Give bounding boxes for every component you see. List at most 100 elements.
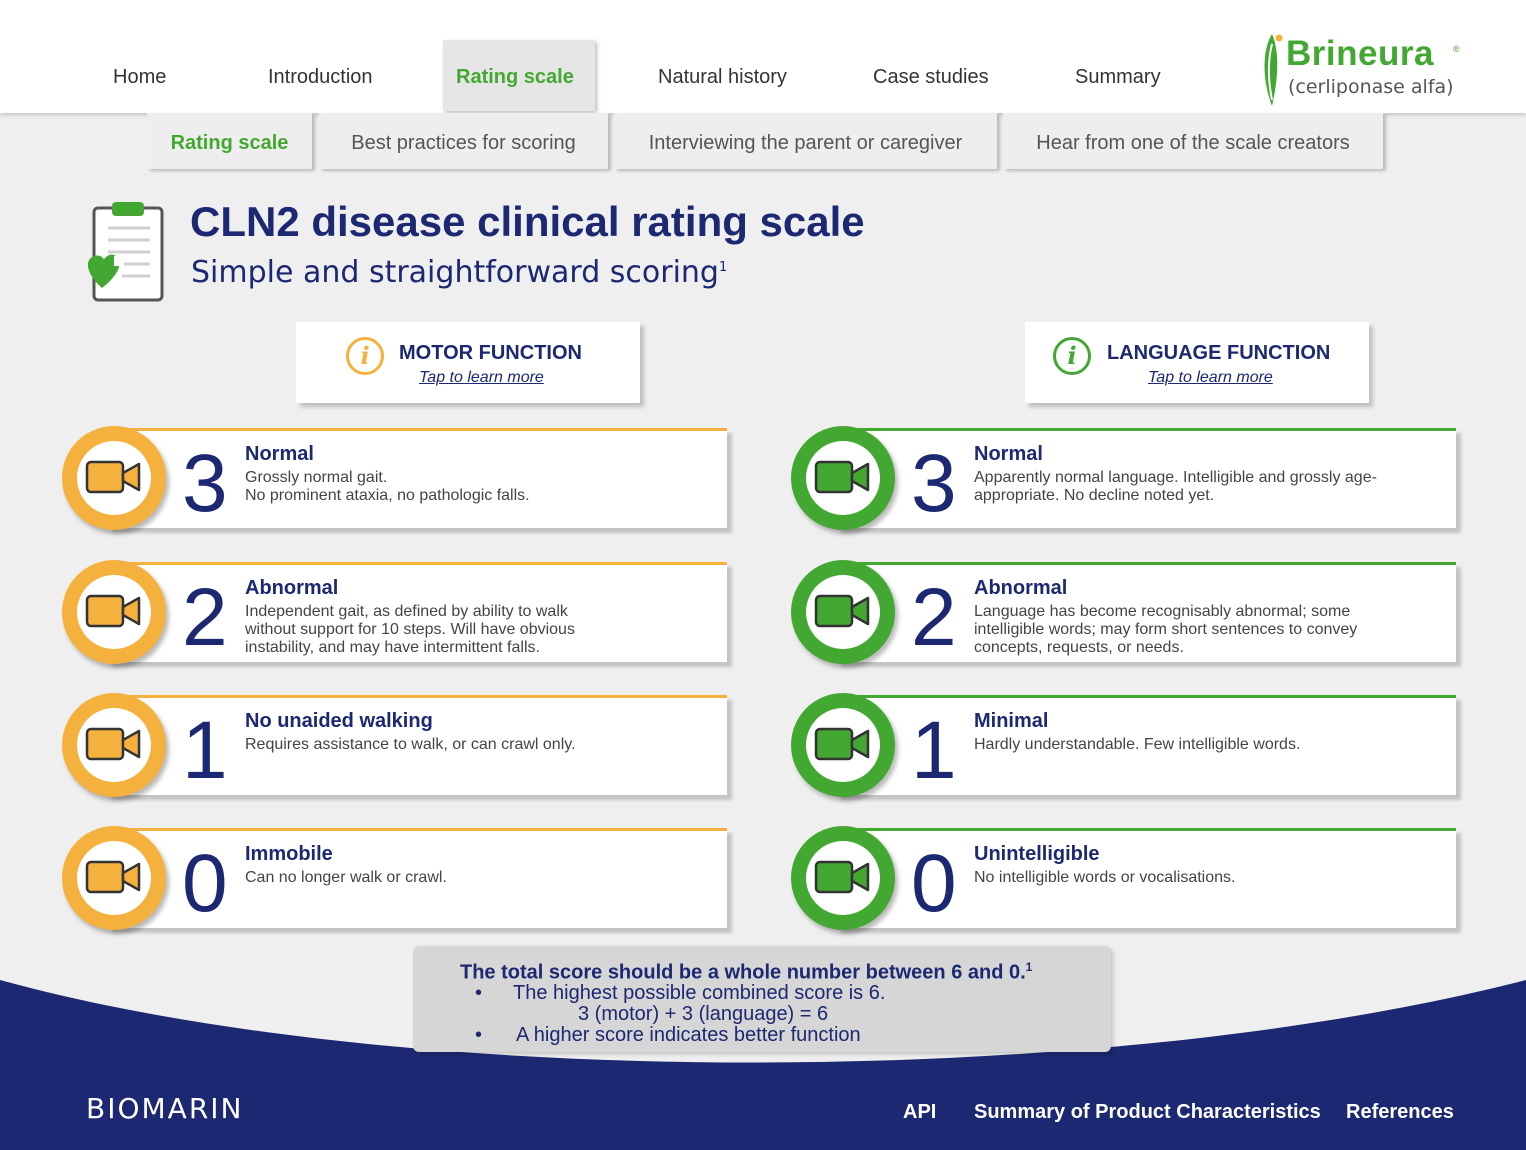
nav-case-studies[interactable]: Case studies: [873, 64, 989, 90]
score-description: Language has become recognisably abnorma…: [974, 603, 1351, 620]
footer-link-spc[interactable]: Summary of Product Characteristics: [974, 1101, 1321, 1124]
score-title: Abnormal: [974, 577, 1068, 599]
video-play-button[interactable]: [62, 693, 166, 797]
total-score-box: The total score should be a whole number…: [413, 946, 1111, 1052]
video-camera-icon: [85, 460, 141, 494]
score-description: No intelligible words or vocalisations.: [974, 869, 1236, 886]
score-title: Immobile: [245, 843, 333, 865]
score-description: appropriate. No decline noted yet.: [974, 487, 1215, 504]
logo-registered: ®: [1453, 44, 1460, 54]
motor-learn-more-link[interactable]: Tap to learn more: [419, 369, 544, 387]
language-learn-more-link[interactable]: Tap to learn more: [1148, 369, 1273, 387]
score-description: Apparently normal language. Intelligible…: [974, 469, 1377, 486]
subtab-interviewing[interactable]: Interviewing the parent or caregiver: [614, 113, 997, 169]
page-subtitle: Simple and straightforward scoring1: [191, 255, 728, 290]
score-description: instability, and may have intermittent f…: [245, 639, 540, 656]
nav-natural-history[interactable]: Natural history: [658, 64, 787, 90]
score-description: Independent gait, as defined by ability …: [245, 603, 568, 620]
score-description: Hardly understandable. Few intelligible …: [974, 736, 1301, 753]
language-function-card[interactable]: i LANGUAGE FUNCTION Tap to learn more: [1025, 322, 1369, 403]
score-title: Abnormal: [245, 577, 339, 599]
video-play-button[interactable]: [791, 826, 895, 930]
logo-subtitle: (cerliponase alfa): [1288, 76, 1454, 98]
video-camera-icon: [814, 727, 870, 761]
motor-function-title: MOTOR FUNCTION: [399, 342, 582, 364]
video-play-button[interactable]: [791, 426, 895, 530]
video-camera-icon: [85, 594, 141, 628]
nav-introduction[interactable]: Introduction: [268, 64, 373, 90]
row-accent-line: [107, 695, 727, 698]
biomarin-logo: BIOMARIN: [86, 1092, 244, 1125]
brineura-logo: Brineura ® (cerliponase alfa): [1258, 28, 1468, 108]
video-play-button[interactable]: [791, 693, 895, 797]
score-title: Minimal: [974, 710, 1049, 732]
row-accent-line: [836, 828, 1456, 831]
score-number: 0: [182, 838, 228, 929]
footer-link-references[interactable]: References: [1346, 1101, 1454, 1124]
subtab-rating-scale[interactable]: Rating scale: [147, 113, 312, 169]
score-description: without support for 10 steps. Will have …: [245, 621, 575, 638]
footer-link-api[interactable]: API: [903, 1101, 936, 1124]
score-description: No prominent ataxia, no pathologic falls…: [245, 487, 530, 504]
language-score-row: 1 Minimal Hardly understandable. Few intel…: [836, 695, 1456, 795]
nav-rating-scale[interactable]: Rating scale: [456, 64, 574, 90]
page-title: CLN2 disease clinical rating scale: [190, 198, 865, 245]
total-bullet-2: A higher score indicates better function: [516, 1024, 861, 1046]
row-accent-line: [107, 428, 727, 431]
logo-name: Brineura: [1286, 34, 1434, 73]
info-icon: i: [1053, 337, 1091, 375]
video-camera-icon: [814, 860, 870, 894]
nav-home[interactable]: Home: [113, 64, 166, 90]
subtitle-reference: 1: [718, 260, 728, 275]
score-number: 3: [182, 438, 228, 529]
score-number: 0: [911, 838, 957, 929]
video-camera-icon: [814, 460, 870, 494]
language-score-row: 3 Normal Apparently normal language. Intel…: [836, 428, 1456, 528]
motor-score-row: 2 Abnormal Independent gait, as defined by…: [107, 562, 727, 662]
score-number: 3: [911, 438, 957, 529]
language-score-row: 2 Abnormal Language has become recognisabl…: [836, 562, 1456, 662]
score-title: Normal: [245, 443, 314, 465]
nav-summary[interactable]: Summary: [1075, 64, 1161, 90]
video-play-button[interactable]: [62, 426, 166, 530]
clipboard-heart-icon: [87, 202, 164, 302]
score-number: 2: [182, 572, 228, 663]
row-accent-line: [836, 695, 1456, 698]
total-heading: The total score should be a whole number…: [460, 960, 1033, 984]
score-description: Requires assistance to walk, or can craw…: [245, 736, 576, 753]
footer: BIOMARIN API Summary of Product Characte…: [0, 1074, 1526, 1150]
video-camera-icon: [85, 860, 141, 894]
language-function-title: LANGUAGE FUNCTION: [1107, 342, 1331, 364]
score-description: Grossly normal gait.: [245, 469, 388, 486]
subtab-best-practices[interactable]: Best practices for scoring: [319, 113, 608, 169]
video-play-button[interactable]: [791, 560, 895, 664]
score-description: concepts, requests, or needs.: [974, 639, 1184, 656]
motor-score-row: 3 Normal Grossly normal gait. No prominent …: [107, 428, 727, 528]
video-camera-icon: [85, 727, 141, 761]
video-play-button[interactable]: [62, 826, 166, 930]
leaf-icon: [1264, 34, 1283, 106]
total-formula: 3 (motor) + 3 (language) = 6: [578, 1003, 829, 1025]
video-play-button[interactable]: [62, 560, 166, 664]
score-title: Normal: [974, 443, 1043, 465]
row-accent-line: [107, 562, 727, 565]
score-title: Unintelligible: [974, 843, 1100, 865]
motor-function-card[interactable]: i MOTOR FUNCTION Tap to learn more: [296, 322, 640, 403]
motor-score-row: 1 No unaided walking Requires assistance t…: [107, 695, 727, 795]
row-accent-line: [836, 428, 1456, 431]
video-camera-icon: [814, 594, 870, 628]
total-reference: 1: [1025, 960, 1033, 974]
score-title: No unaided walking: [245, 710, 433, 732]
row-accent-line: [836, 562, 1456, 565]
motor-score-row: 0 Immobile Can no longer walk or crawl.: [107, 828, 727, 928]
score-description: intelligible words; may form short sente…: [974, 621, 1358, 638]
subtab-hear-from-creators[interactable]: Hear from one of the scale creators: [1003, 113, 1383, 169]
total-bullet-1: The highest possible combined score is 6…: [513, 982, 886, 1004]
score-number: 1: [182, 705, 228, 796]
bullet-dot: •: [475, 982, 483, 1004]
bullet-dot: •: [475, 1024, 483, 1046]
info-icon: i: [346, 337, 384, 375]
language-score-row: 0 Unintelligible No intelligible words or …: [836, 828, 1456, 928]
top-nav: Home Introduction Rating scale Natural h…: [0, 0, 1526, 113]
row-accent-line: [107, 828, 727, 831]
